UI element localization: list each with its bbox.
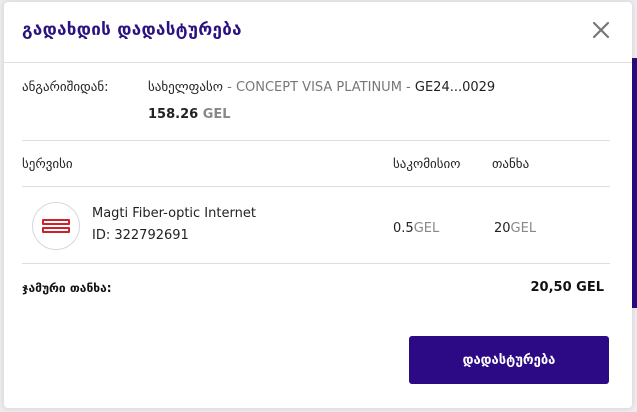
amount-currency: GEL [510,221,537,236]
provider-logo [32,202,80,250]
close-button[interactable] [590,19,612,41]
account-label: ანგარიშიდან: [22,80,109,95]
total-value: 20,50 GEL [530,280,604,295]
commission-amount: 0.5 [393,221,414,236]
payment-confirmation-modal: გადახდის დადასტურება ანგარიშიდან: სახელფ… [4,2,632,408]
commission-value: 0.5GEL [393,221,439,236]
amount-value: 20GEL [494,221,536,236]
modal-title: გადახდის დადასტურება [22,20,242,40]
account-separator: - [401,80,415,95]
close-icon [592,21,610,39]
magti-logo-icon [42,219,70,233]
account-holder: სახელფასო [148,80,223,95]
balance-currency: GEL [202,107,231,122]
modal-header: გადახდის დადასტურება [4,2,632,63]
account-number: GE24...0029 [414,80,496,95]
service-id: ID: 322792691 [92,228,189,243]
balance-amount: 158.26 [148,107,199,122]
account-name: სახელფასო - CONCEPT VISA PLATINUM - GE24… [148,80,495,95]
header-service: სერვისი [22,157,73,172]
total-label: ჯამური თანხა: [22,281,112,295]
account-card: CONCEPT VISA PLATINUM [235,80,402,95]
account-balance: 158.26 GEL [148,107,231,122]
header-amount: თანხა [492,157,530,172]
amount-number: 20 [494,221,511,236]
divider [22,140,610,141]
divider [22,186,610,187]
divider [22,263,610,264]
header-commission: საკომისიო [393,157,461,172]
confirm-button[interactable]: დადასტურება [409,336,609,384]
account-separator: - [222,80,236,95]
commission-currency: GEL [413,221,440,236]
service-name: Magti Fiber-optic Internet [92,206,256,221]
